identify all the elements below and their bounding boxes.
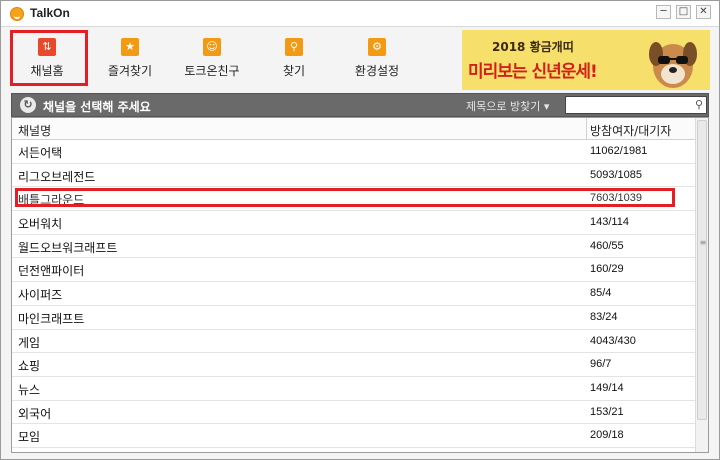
table-row[interactable]: 오버워치 143/114 [12,211,696,235]
magnifier-icon: ⚲ [285,38,303,56]
participant-count: 160/29 [590,263,624,276]
channel-name: 게임 [18,335,41,350]
table-row[interactable]: 사이퍼즈 85/4 [12,282,696,306]
channel-name: 쇼핑 [18,359,41,374]
column-header-channel-name[interactable]: 채널명 [18,122,51,139]
channel-name: 오버워치 [18,217,63,232]
talkon-window: TalkOn ─ □ ✕ ⇅ 채널홈 ★ 즐겨찾기 ☺ 토크온친구 ⚲ 찾기 ⚙… [0,0,720,460]
channel-name: 사이퍼즈 [18,288,63,303]
scrollbar-thumb[interactable]: ≡ [697,120,707,420]
channel-name: 외국어 [18,406,52,421]
participant-count: 153/21 [590,405,624,418]
search-button[interactable]: ⚲ 찾기 [258,38,330,82]
table-row[interactable]: 쇼핑 96/7 [12,353,696,377]
banner-headline: 미리보는 신년운세! [468,62,598,82]
participant-count: 4043/430 [590,334,636,347]
table-row[interactable]: 서든어택 11062/1981 [12,140,696,164]
participant-count: 11062/1981 [590,145,648,157]
channel-search-bar: ↻ 채널을 선택해 주세요 제목으로 방찾기 ▾ ⚲ [11,93,709,117]
participant-count: 85/4 [590,287,612,300]
refresh-icon[interactable]: ↻ [20,97,36,113]
channel-name: 월드오브워크래프트 [18,240,118,255]
banner-subtitle: 2018 황금개띠 [492,40,574,54]
channel-name: 뉴스 [18,382,41,397]
smiley-icon: ☺ [203,38,221,56]
table-row[interactable]: 모임 209/18 [12,424,696,448]
table-row[interactable]: 뉴스 149/14 [12,377,696,401]
table-row[interactable]: 던전앤파이터 160/29 [12,258,696,283]
maximize-button[interactable]: □ [676,5,691,19]
participant-count: 96/7 [590,358,612,371]
search-label: 찾기 [282,64,306,78]
table-header: 채널명 방참여자/대기자 [12,118,696,140]
channel-name: 모임 [18,430,41,445]
channel-name: 던전앤파이터 [18,264,85,279]
settings-label: 환경설정 [354,64,400,78]
table-row[interactable]: 마인크래프트 83/24 [12,306,696,330]
search-bar-title: 채널을 선택해 주세요 [43,100,151,114]
window-title: TalkOn [30,6,70,20]
channel-table: 채널명 방참여자/대기자 서든어택 11062/1981 리그오브레전드 5093/… [11,117,709,453]
table-row[interactable]: 외국어 153/21 [12,401,696,425]
table-row[interactable]: 게임 4043/430 [12,330,696,354]
column-header-participants[interactable]: 방참여자/대기자 [590,122,671,139]
talkon-logo-icon [10,7,24,21]
table-row[interactable]: 리그오브레전드 5093/1085 [12,164,696,188]
column-divider[interactable] [586,118,587,140]
gear-icon: ⚙ [368,38,386,56]
battlegrounds-row-highlight [15,188,675,207]
table-row[interactable]: 월드오브워크래프트 460/55 [12,235,696,259]
favorites-label: 즐겨찾기 [107,64,153,78]
search-sort-dropdown[interactable]: 제목으로 방찾기 ▾ [466,98,549,114]
participant-count: 149/14 [590,381,624,394]
favorites-button[interactable]: ★ 즐겨찾기 [94,38,166,82]
title-bar: TalkOn ─ □ ✕ [1,1,719,27]
talkon-friends-label: 토크온친구 [184,64,240,78]
channel-name: 마인크래프트 [18,311,85,326]
grip-icon: ≡ [699,238,707,247]
channel-name: 리그오브레전드 [18,169,96,184]
minimize-button[interactable]: ─ [656,5,671,19]
participant-count: 460/55 [590,239,624,252]
participant-count: 143/114 [590,216,629,229]
channel-list: 서든어택 11062/1981 리그오브레전드 5093/1085 배틀그라운드 76… [12,140,696,448]
dog-with-sunglasses-image [649,42,697,88]
channel-name: 서든어택 [18,146,63,160]
close-button[interactable]: ✕ [696,5,711,19]
participant-count: 209/18 [590,429,624,442]
talkon-friends-button[interactable]: ☺ 토크온친구 [176,38,248,82]
star-icon: ★ [121,38,139,56]
search-icon[interactable]: ⚲ [692,98,706,112]
new-year-ad-banner[interactable]: 2018 황금개띠 미리보는 신년운세! [462,30,710,90]
channel-search-input[interactable] [565,96,707,114]
channel-home-highlight [10,30,88,86]
vertical-scrollbar[interactable]: ≡ [695,118,708,452]
participant-count: 83/24 [590,310,618,323]
settings-button[interactable]: ⚙ 환경설정 [341,38,413,82]
participant-count: 5093/1085 [590,168,642,181]
